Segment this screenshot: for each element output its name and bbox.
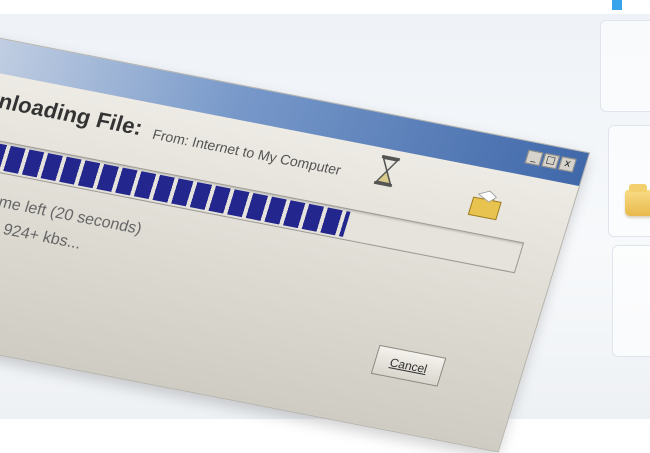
maximize-button[interactable]: □ <box>541 152 561 170</box>
desktop-panel <box>600 20 650 112</box>
cancel-button[interactable]: Cancel <box>370 344 447 387</box>
hourglass-icon <box>373 154 401 188</box>
desktop-accent-marker <box>612 0 622 10</box>
desktop-folder-icon[interactable] <box>625 184 650 216</box>
desktop-panel <box>612 245 650 357</box>
minimize-button[interactable]: _ <box>524 149 544 167</box>
folder-icon <box>467 190 502 221</box>
desktop-panel <box>608 125 650 237</box>
desktop-top-strip <box>0 0 650 14</box>
